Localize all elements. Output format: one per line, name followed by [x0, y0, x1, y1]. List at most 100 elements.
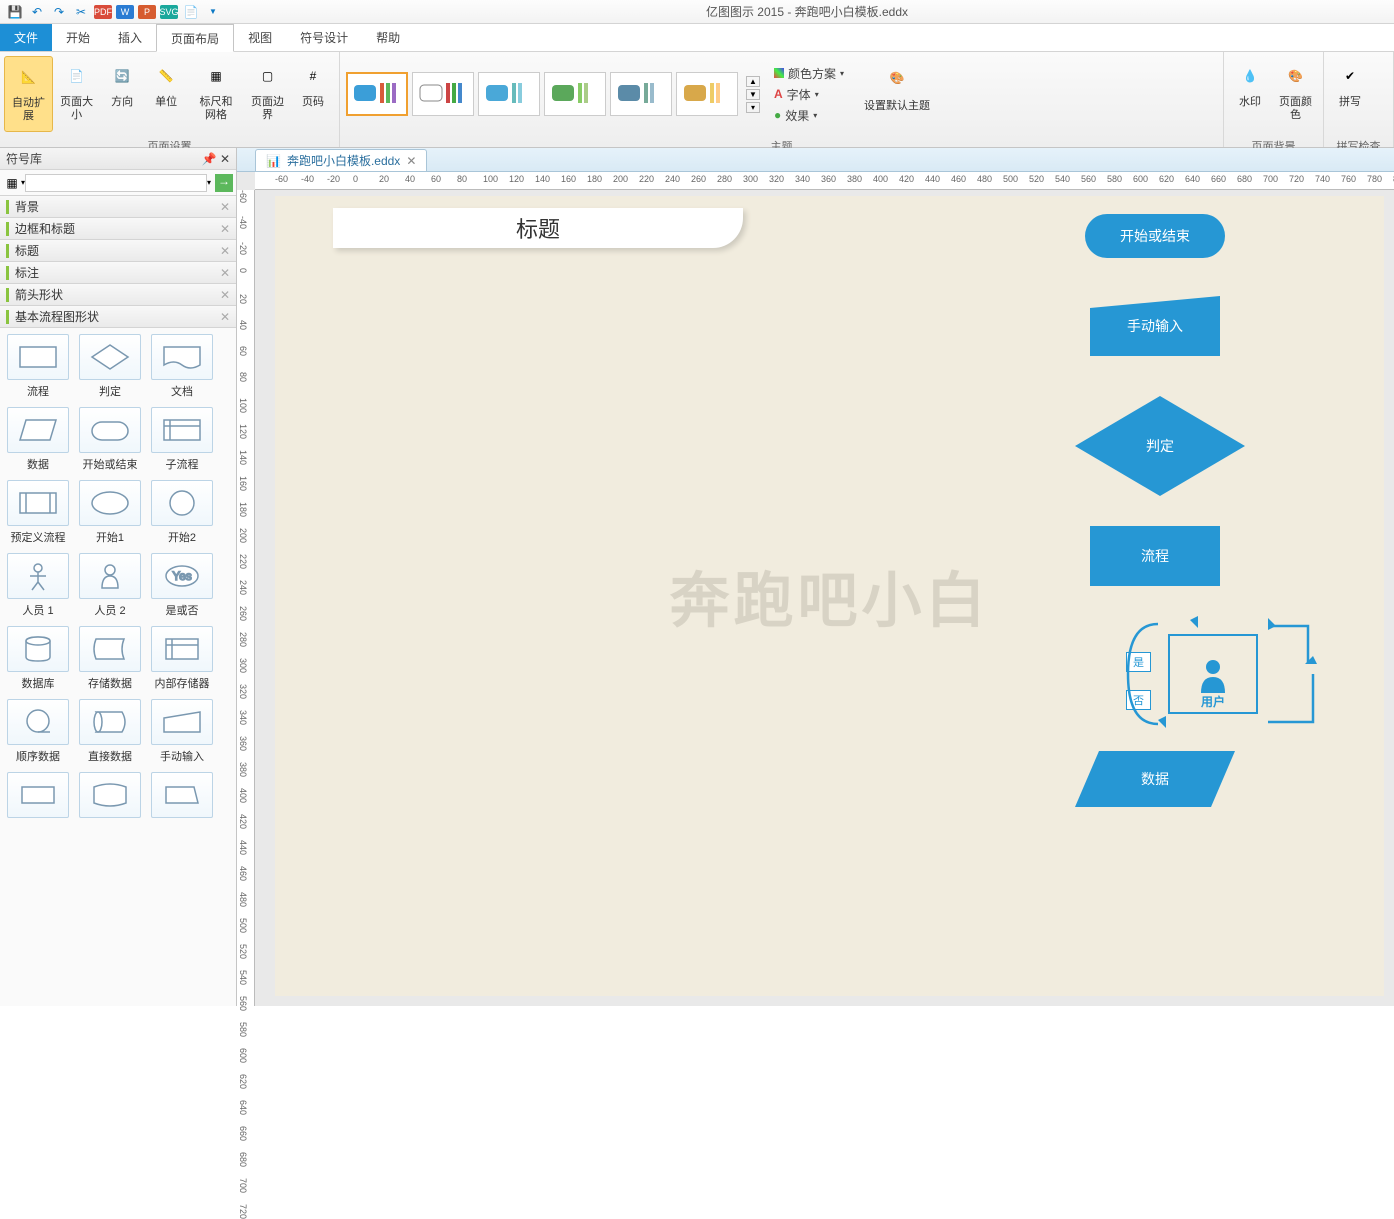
- theme-thumb-4[interactable]: [544, 72, 606, 116]
- manual-input-shape[interactable]: 手动输入: [1090, 296, 1220, 356]
- data-shape[interactable]: 数据: [1075, 751, 1235, 807]
- qat-dropdown-icon[interactable]: ▼: [205, 4, 221, 20]
- close-panel-icon[interactable]: ✕: [220, 152, 230, 166]
- document-tab[interactable]: 📊 奔跑吧小白模板.eddx ✕: [255, 149, 427, 171]
- ruler-grid-button[interactable]: ▦标尺和网格: [188, 56, 244, 132]
- color-scheme-dropdown[interactable]: 颜色方案 ▾: [770, 64, 848, 83]
- font-dropdown[interactable]: A字体 ▾: [770, 85, 848, 104]
- category-1[interactable]: 边框和标题✕: [0, 218, 236, 240]
- theme-thumb-5[interactable]: [610, 72, 672, 116]
- svg-text:Yes: Yes: [172, 569, 192, 583]
- ruler-vertical[interactable]: -60-40-200204060801001201401601802002202…: [237, 190, 255, 1006]
- category-2[interactable]: 标题✕: [0, 240, 236, 262]
- arrows-icon: [1118, 614, 1318, 734]
- document-tab-label: 奔跑吧小白模板.eddx: [287, 152, 400, 169]
- shape-是或否[interactable]: Yes是或否: [150, 553, 214, 618]
- redo-icon[interactable]: ↷: [51, 4, 67, 20]
- ppt-badge[interactable]: P: [138, 5, 156, 19]
- category-3[interactable]: 标注✕: [0, 262, 236, 284]
- auto-expand-button[interactable]: 📐自动扩展: [4, 56, 53, 132]
- theme-scroll-down[interactable]: ▼: [746, 89, 760, 100]
- theme-thumb-2[interactable]: [412, 72, 474, 116]
- tab-page-layout[interactable]: 页面布局: [156, 24, 234, 52]
- menu-bar: 文件 开始 插入 页面布局 视图 符号设计 帮助: [0, 24, 1394, 52]
- close-icon[interactable]: ✕: [220, 200, 230, 214]
- pdf-badge[interactable]: PDF: [94, 5, 112, 19]
- search-input[interactable]: [25, 174, 207, 192]
- tab-start[interactable]: 开始: [52, 24, 104, 51]
- shape-直接数据[interactable]: 直接数据: [78, 699, 142, 764]
- window-title: 亿图图示 2015 - 奔跑吧小白模板.eddx: [224, 3, 1390, 20]
- shape-extra-1[interactable]: [78, 772, 142, 818]
- category-0[interactable]: 背景✕: [0, 196, 236, 218]
- decision-shape[interactable]: 判定: [1075, 396, 1245, 496]
- shape-流程[interactable]: 流程: [6, 334, 70, 399]
- theme-scroll-up[interactable]: ▲: [746, 76, 760, 87]
- tab-file[interactable]: 文件: [0, 24, 52, 51]
- effect-dropdown[interactable]: ●效果 ▾: [770, 106, 848, 125]
- theme-thumb-6[interactable]: [676, 72, 738, 116]
- units-button[interactable]: 📏单位: [144, 56, 188, 132]
- tab-help[interactable]: 帮助: [362, 24, 414, 51]
- shape-开始1[interactable]: 开始1: [78, 480, 142, 545]
- drawing-page[interactable]: 奔跑吧小白 标题 开始或结束 手动输入 判定 流程 数据 用户 是 否: [275, 196, 1384, 996]
- user-shape-group[interactable]: 用户 是 否: [1118, 614, 1318, 734]
- search-go-button[interactable]: →: [215, 174, 233, 192]
- shape-人员 2[interactable]: 人员 2: [78, 553, 142, 618]
- shape-数据[interactable]: 数据: [6, 407, 70, 472]
- shape-数据库[interactable]: 数据库: [6, 626, 70, 691]
- undo-icon[interactable]: ↶: [29, 4, 45, 20]
- tab-view[interactable]: 视图: [234, 24, 286, 51]
- shape-手动输入[interactable]: 手动输入: [150, 699, 214, 764]
- shape-人员 1[interactable]: 人员 1: [6, 553, 70, 618]
- theme-thumb-3[interactable]: [478, 72, 540, 116]
- orientation-button[interactable]: 🔄方向: [100, 56, 144, 132]
- shape-预定义流程[interactable]: 预定义流程: [6, 480, 70, 545]
- shape-内部存储器[interactable]: 内部存储器: [150, 626, 214, 691]
- shape-extra-2[interactable]: [150, 772, 214, 818]
- shape-开始或结束[interactable]: 开始或结束: [78, 407, 142, 472]
- page-number-button[interactable]: #页码: [291, 56, 335, 132]
- terminator-shape[interactable]: 开始或结束: [1085, 214, 1225, 258]
- symbol-library-panel: 符号库 📌 ✕ ▦▾ ▾ → 背景✕边框和标题✕标题✕标注✕箭头形状✕基本流程图…: [0, 148, 237, 1006]
- sidebar-title: 符号库 📌 ✕: [0, 148, 236, 170]
- close-icon[interactable]: ✕: [220, 288, 230, 302]
- process-shape[interactable]: 流程: [1090, 526, 1220, 586]
- page-size-button[interactable]: 📄页面大小: [53, 56, 100, 132]
- close-tab-icon[interactable]: ✕: [406, 154, 416, 168]
- svg-badge[interactable]: SVG: [160, 5, 178, 19]
- cut-icon[interactable]: ✂: [73, 4, 89, 20]
- save-icon[interactable]: 💾: [7, 4, 23, 20]
- page-color-button[interactable]: 🎨页面颜色: [1272, 56, 1319, 132]
- word-badge[interactable]: W: [116, 5, 134, 19]
- shape-list[interactable]: 流程判定文档数据开始或结束子流程预定义流程开始1开始2 人员 1人员 2Yes是或…: [0, 328, 236, 1006]
- shape-判定[interactable]: 判定: [78, 334, 142, 399]
- category-5[interactable]: 基本流程图形状✕: [0, 306, 236, 328]
- quick-access-toolbar: 💾 ↶ ↷ ✂ PDF W P SVG 📄 ▼ 亿图图示 2015 - 奔跑吧小…: [0, 0, 1394, 24]
- close-icon[interactable]: ✕: [220, 222, 230, 236]
- category-4[interactable]: 箭头形状✕: [0, 284, 236, 306]
- shape-开始2[interactable]: 开始2: [150, 480, 214, 545]
- close-icon[interactable]: ✕: [220, 244, 230, 258]
- shape-顺序数据[interactable]: 顺序数据: [6, 699, 70, 764]
- tab-symbol-design[interactable]: 符号设计: [286, 24, 362, 51]
- doc-icon: 📊: [266, 154, 281, 168]
- ruler-horizontal[interactable]: -60-40-200204060801001201401601802002202…: [255, 172, 1394, 190]
- title-shape[interactable]: 标题: [333, 208, 743, 248]
- set-default-theme-button[interactable]: 🎨设置默认主题: [858, 56, 936, 132]
- shape-子流程[interactable]: 子流程: [150, 407, 214, 472]
- theme-gallery-expand[interactable]: ▾: [746, 102, 760, 113]
- new-icon[interactable]: 📄: [183, 4, 199, 20]
- palette-icon[interactable]: ▦: [3, 176, 21, 190]
- shape-存储数据[interactable]: 存储数据: [78, 626, 142, 691]
- watermark-button[interactable]: 💧水印: [1228, 56, 1272, 132]
- page-border-button[interactable]: ▢页面边界: [244, 56, 291, 132]
- close-icon[interactable]: ✕: [220, 310, 230, 324]
- shape-文档[interactable]: 文档: [150, 334, 214, 399]
- tab-insert[interactable]: 插入: [104, 24, 156, 51]
- shape-extra-0[interactable]: [6, 772, 70, 818]
- spell-check-button[interactable]: ✔拼写: [1328, 56, 1372, 132]
- theme-thumb-1[interactable]: [346, 72, 408, 116]
- close-icon[interactable]: ✕: [220, 266, 230, 280]
- pin-icon[interactable]: 📌: [202, 152, 217, 166]
